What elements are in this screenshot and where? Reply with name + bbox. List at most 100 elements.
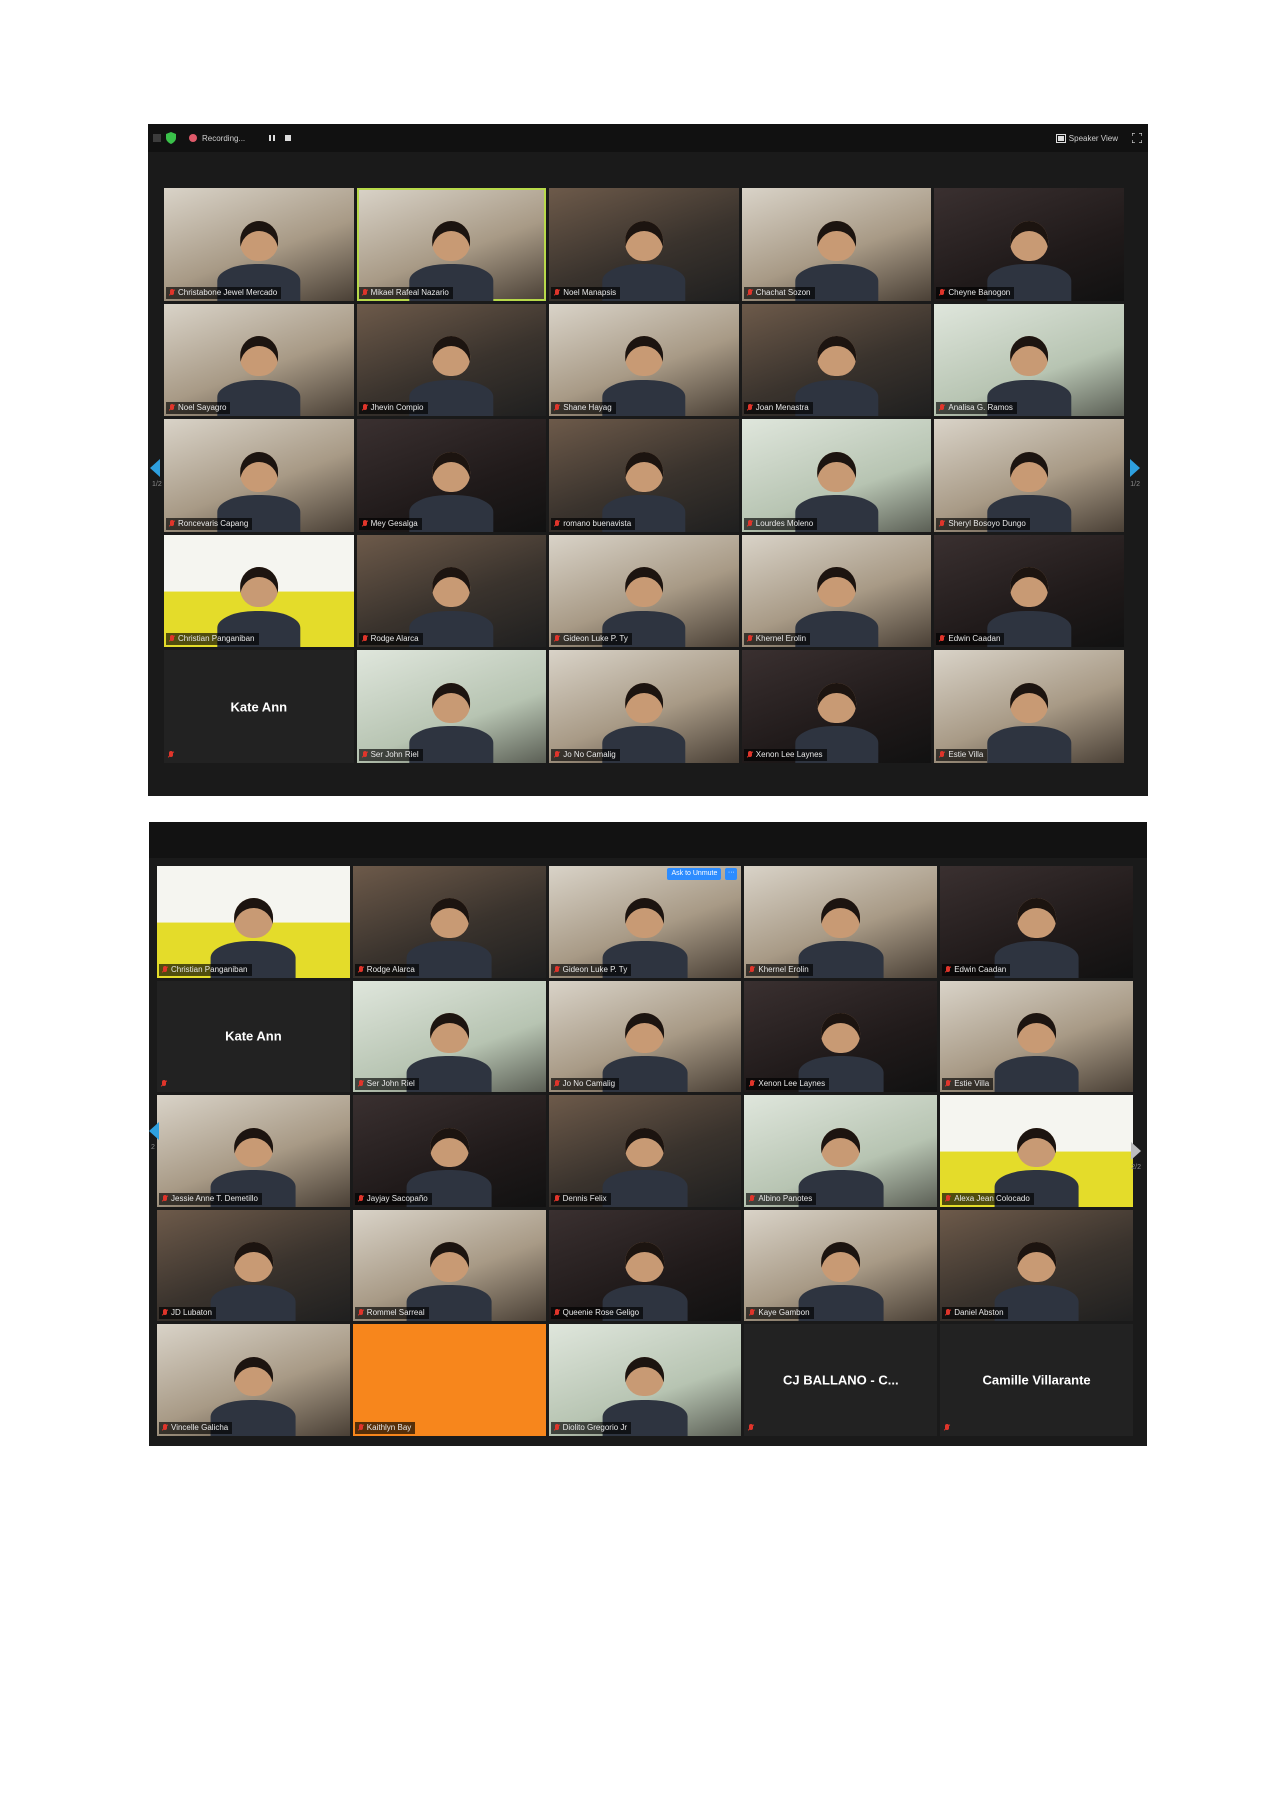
participant-name: Khernel Erolin	[758, 964, 809, 974]
participant-tile[interactable]: Jo No Camalig	[548, 980, 742, 1093]
mic-muted-icon	[169, 288, 175, 297]
participant-name: Mey Gesalga	[370, 518, 418, 528]
participant-tile[interactable]: Roncevaris Capang	[164, 419, 354, 532]
participant-name-tag: Dennis Felix	[550, 1192, 611, 1205]
mic-muted-icon	[554, 1080, 560, 1088]
participant-tile[interactable]: Ser John Riel	[352, 980, 546, 1093]
participant-tile[interactable]: Camille Villarante	[940, 1324, 1133, 1436]
previous-page-arrow-icon[interactable]	[149, 1122, 159, 1140]
speaker-view-button[interactable]: Speaker View	[1055, 130, 1118, 146]
participant-tile[interactable]: Mey Gesalga	[356, 419, 547, 532]
participant-tile[interactable]: Xenon Lee Laynes	[741, 650, 932, 763]
participant-tile[interactable]: Joan Menastra	[741, 303, 932, 417]
participant-tile[interactable]: Christian Panganiban	[164, 534, 354, 648]
participant-tile[interactable]: Albino Panotes	[744, 1095, 938, 1207]
participant-tile[interactable]: Noel Manapsis	[549, 188, 739, 301]
participant-name-tag: JD Lubaton	[159, 1307, 216, 1320]
participant-name: Estie Villa	[948, 749, 984, 759]
mic-muted-icon	[747, 288, 753, 297]
participant-tile[interactable]: Estie Villa	[934, 650, 1124, 763]
participant-tile[interactable]: Lourdes Moleno	[741, 419, 932, 532]
mic-muted-icon	[747, 750, 753, 759]
participant-tile[interactable]: Kaithlyn Bay	[352, 1324, 546, 1436]
participant-tile[interactable]: Jayjay Sacopaño	[352, 1095, 546, 1207]
participant-head	[1017, 1012, 1057, 1053]
participant-tile[interactable]: Shane Hayag	[549, 303, 739, 417]
participant-tile[interactable]: Rommel Sarreal	[352, 1209, 546, 1322]
participant-tile[interactable]: Khernel Erolin	[741, 534, 932, 648]
previous-page-arrow-icon[interactable]	[150, 459, 160, 477]
participant-name-tag: Kaye Gambon	[746, 1307, 814, 1320]
participant-name: Edwin Caadan	[954, 964, 1007, 974]
participant-tile[interactable]: Daniel Abston	[940, 1209, 1133, 1322]
stop-recording-button[interactable]	[284, 130, 292, 146]
next-page-arrow-icon[interactable]	[1131, 1142, 1141, 1160]
participant-head	[625, 1012, 665, 1053]
participant-tile[interactable]: Xenon Lee Laynes	[744, 980, 938, 1093]
pause-recording-button[interactable]	[268, 130, 276, 146]
participant-head	[821, 1127, 861, 1168]
participant-tile[interactable]: CJ BALLANO - C...	[744, 1324, 938, 1436]
participant-tile[interactable]: Dennis Felix	[548, 1095, 742, 1207]
participant-name: Chachat Sozon	[755, 287, 811, 297]
participant-tile[interactable]: Estie Villa	[940, 980, 1133, 1093]
participant-name: Gideon Luke P. Ty	[562, 964, 628, 974]
zoom-screenshot-2: Christian Panganiban Rodge Alarca Gideon L…	[149, 822, 1147, 1446]
participant-tile[interactable]: Diolito Gregorio Jr	[548, 1324, 742, 1436]
participant-tile[interactable]: Jessie Anne T. Demetillo	[157, 1095, 350, 1207]
shield-icon[interactable]	[166, 130, 176, 146]
participant-tile[interactable]: Queenie Rose Geligo	[548, 1209, 742, 1322]
participant-name: Xenon Lee Laynes	[755, 749, 823, 759]
fullscreen-button[interactable]	[1132, 130, 1142, 146]
mic-muted-icon	[362, 635, 368, 643]
participant-tile[interactable]: Christian Panganiban	[157, 866, 350, 978]
participant-tile[interactable]: Mikael Rafeal Nazario	[356, 188, 547, 301]
participant-head	[1010, 567, 1049, 608]
participant-tile[interactable]: Gideon Luke P. Ty Ask to Unmute ···	[548, 866, 742, 978]
participant-tile[interactable]: JD Lubaton	[157, 1209, 350, 1322]
participant-tile[interactable]: Kate Ann	[157, 980, 350, 1093]
participant-tile[interactable]: Noel Sayagro	[164, 303, 354, 417]
next-page-arrow-icon[interactable]	[1130, 459, 1140, 477]
participant-tile[interactable]: Edwin Caadan	[934, 534, 1124, 648]
participant-name: Noel Manapsis	[563, 287, 617, 297]
participant-head	[1017, 1127, 1057, 1168]
participant-tile[interactable]: Cheyne Banogon	[934, 188, 1124, 301]
participant-body	[987, 726, 1071, 763]
participant-name-tag: Jhevin Compio	[358, 402, 428, 415]
participant-tile[interactable]: Gideon Luke P. Ty	[549, 534, 739, 648]
participant-name-tag: Gideon Luke P. Ty	[550, 963, 632, 976]
participant-head	[624, 567, 664, 608]
meeting-info-icon[interactable]	[152, 130, 162, 146]
mic-muted-icon	[939, 519, 945, 528]
participant-name: Vincelle Galicha	[171, 1422, 229, 1432]
mic-muted-icon	[362, 519, 368, 528]
more-options-button[interactable]: ···	[725, 868, 738, 880]
participant-tile[interactable]: Rodge Alarca	[352, 866, 546, 978]
participant-tile[interactable]: Sheryl Bosoyo Dungo	[934, 419, 1124, 532]
participant-tile[interactable]: Kate Ann	[164, 650, 354, 763]
participant-tile[interactable]: Alexa Jean Colocado	[940, 1095, 1133, 1207]
participant-tile[interactable]: Vincelle Galicha	[157, 1324, 350, 1436]
participant-tile[interactable]: Jhevin Compio	[356, 303, 547, 417]
participant-head	[429, 1012, 469, 1053]
participant-tile[interactable]: Ser John Riel	[356, 650, 547, 763]
participant-name: Sheryl Bosoyo Dungo	[948, 518, 1026, 528]
participant-name-tag: Christian Panganiban	[159, 963, 252, 976]
participant-name: Rodge Alarca	[366, 964, 415, 974]
participant-tile[interactable]: Khernel Erolin	[744, 866, 938, 978]
page-indicator-left: 2	[151, 1144, 155, 1151]
participant-tile[interactable]: Analisa G. Ramos	[934, 303, 1124, 417]
participant-tile[interactable]: Kaye Gambon	[744, 1209, 938, 1322]
mic-muted-icon	[554, 965, 560, 974]
participant-tile[interactable]: Jo No Camalig	[549, 650, 739, 763]
participant-head	[1017, 1242, 1057, 1282]
participant-tile[interactable]: Edwin Caadan	[940, 866, 1133, 978]
participant-tile[interactable]: Christabone Jewel Mercado	[164, 188, 354, 301]
participant-body	[602, 1170, 688, 1207]
participant-tile[interactable]: romano buenavista	[549, 419, 739, 532]
ask-to-unmute-button[interactable]: Ask to Unmute	[667, 868, 722, 880]
participant-tile[interactable]: Rodge Alarca	[356, 534, 547, 648]
participant-name-tag: Rommel Sarreal	[354, 1307, 429, 1320]
participant-tile[interactable]: Chachat Sozon	[741, 188, 932, 301]
